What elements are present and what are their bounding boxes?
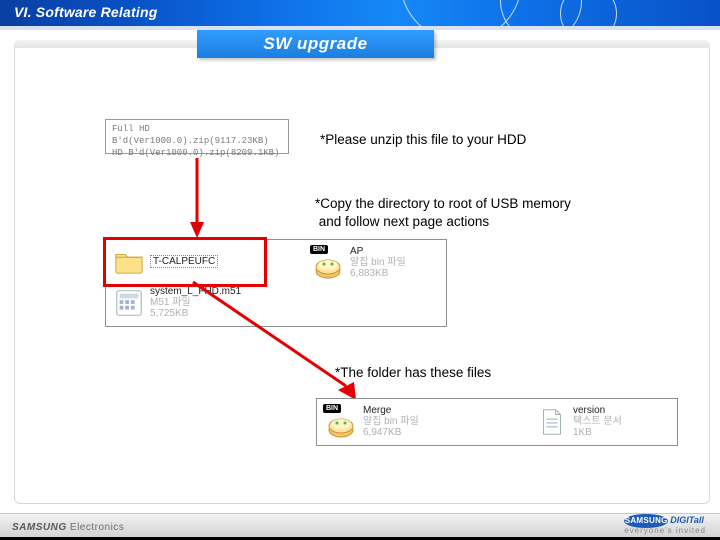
- instruction-folder-contents: *The folder has these files: [335, 364, 491, 382]
- system-file-size: 5,725KB: [150, 308, 241, 319]
- footer-digitall: DIGITall: [670, 515, 704, 525]
- slide-root: VI. Software Relating SW upgrade Full HD…: [0, 0, 720, 540]
- footer-brand-left: SAMSUNG Electronics: [12, 522, 124, 533]
- subtitle-label: SW upgrade: [263, 34, 367, 54]
- subtitle-pill: SW upgrade: [197, 30, 434, 58]
- footer-bar: SAMSUNG Electronics SAMSUNGDIGITall ever…: [0, 513, 720, 540]
- footer-brand-bold: SAMSUNG: [12, 522, 67, 533]
- bin-badge: BIN: [323, 404, 341, 413]
- footer-brand-right: SAMSUNGDIGITall everyone's invited: [624, 514, 706, 535]
- version-file-size: 1KB: [573, 427, 622, 438]
- unzipped-folder-panel: T-CALPEUFC system_L_FHD.m51 M51 파일 5,725…: [105, 239, 447, 327]
- version-file-type: 텍스트 문서: [573, 416, 622, 427]
- ap-file-name: AP: [350, 246, 406, 257]
- folder-item: T-CALPEUFC: [114, 246, 218, 276]
- zip-line-2: HD B'd(Ver1000.0).zip(8209.1KB): [112, 147, 282, 159]
- merge-file-size: 6,947KB: [363, 427, 419, 438]
- instruction-copy: *Copy the directory to root of USB memor…: [315, 195, 705, 231]
- zip-line-1: Full HD B'd(Ver1000.0).zip(9117.23KB): [112, 123, 282, 147]
- system-file-type: M51 파일: [150, 297, 241, 308]
- instruction-copy-line1: *Copy the directory to root of USB memor…: [315, 196, 571, 211]
- merge-file-item: BIN Merge 알집 bin 파일 6,947KB: [325, 405, 419, 438]
- section-title: VI. Software Relating: [14, 4, 157, 20]
- bin-badge: BIN: [310, 245, 328, 254]
- ap-file-size: 6,883KB: [350, 268, 406, 279]
- instruction-copy-line2: and follow next page actions: [315, 214, 489, 229]
- data-file-icon: [114, 288, 144, 318]
- footer-brand-rest: Electronics: [67, 522, 125, 533]
- folder-contents-panel: BIN Merge 알집 bin 파일 6,947KB version 텍스트 …: [316, 398, 678, 446]
- merge-file-name: Merge: [363, 405, 419, 416]
- bin-archive-icon: BIN: [325, 406, 357, 438]
- system-file-name: system_L_FHD.m51: [150, 286, 241, 297]
- folder-name: T-CALPEUFC: [150, 255, 218, 268]
- footer-tagline: everyone's invited: [624, 526, 706, 535]
- folder-icon: [114, 246, 144, 276]
- zip-file-box: Full HD B'd(Ver1000.0).zip(9117.23KB) HD…: [105, 119, 289, 154]
- bin-archive-icon: BIN: [312, 247, 344, 279]
- version-file-name: version: [573, 405, 622, 416]
- merge-file-type: 알집 bin 파일: [363, 416, 419, 427]
- system-file-item: system_L_FHD.m51 M51 파일 5,725KB: [114, 286, 241, 319]
- ap-file-item: BIN AP 알집 bin 파일 6,883KB: [312, 246, 406, 279]
- text-file-icon: [537, 407, 567, 437]
- version-file-item: version 텍스트 문서 1KB: [537, 405, 622, 438]
- instruction-unzip: *Please unzip this file to your HDD: [320, 131, 526, 149]
- ap-file-type: 알집 bin 파일: [350, 257, 406, 268]
